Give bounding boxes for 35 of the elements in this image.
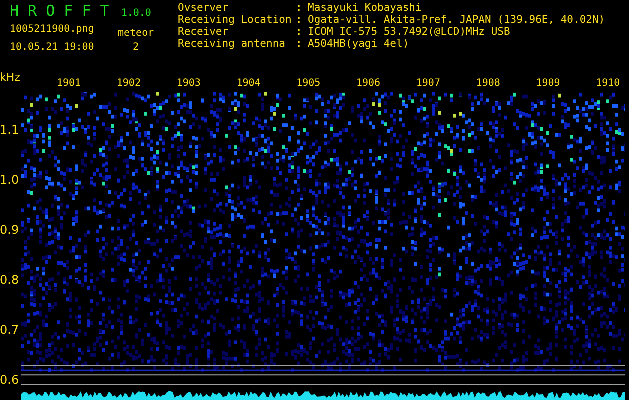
datetime-label: 10.05.21 19:00 (10, 41, 96, 55)
field-label: Ovserver (178, 2, 230, 14)
axis-tick-label: 1.1 (0, 123, 20, 137)
field-value: Masayuki Kobayashi (308, 2, 422, 14)
time-label: 1902 (116, 78, 142, 90)
time-label: 1906 (356, 78, 382, 90)
field-value: Ogata-vill. Akita-Pref. JAPAN (139.96E, 40.02N) (308, 14, 606, 26)
time-label: 1909 (535, 78, 562, 90)
time-label: 1904 (236, 78, 262, 90)
time-label: 1907 (415, 78, 442, 90)
colon-separator: : (296, 2, 304, 14)
field-label: Receiving Location (178, 14, 293, 26)
axis-tick-label: 0.8 (0, 273, 20, 287)
unit-label: kHz (0, 72, 20, 84)
axis-tick-label: 1.0 (0, 173, 20, 187)
field-value: A504HB(yagi 4el) (308, 38, 410, 50)
filename-label: 1005211900.png (10, 23, 96, 37)
meteor-label: meteor (118, 27, 154, 40)
colon-separator: : (296, 26, 304, 38)
version-label: 1.0.0 (121, 7, 152, 21)
time-label: 1901 (56, 78, 82, 90)
colon-separator: : (296, 14, 304, 26)
field-value: ICOM IC-575 53.7492(@LCD)MHz USB (308, 26, 510, 38)
time-label: 1910 (595, 78, 622, 90)
time-label: 1905 (296, 78, 322, 90)
axis-tick-label: 0.6 (0, 373, 20, 387)
app-title: H R O F F T (10, 2, 110, 20)
colon-separator: : (296, 38, 304, 50)
axis-tick-label: 0.9 (0, 223, 20, 237)
time-label: 1908 (475, 78, 502, 90)
meteor-count: 2 (133, 41, 140, 55)
field-label: Receiving antenna (178, 38, 286, 50)
field-label: Receiver (178, 26, 230, 38)
time-label: 1903 (176, 78, 202, 90)
axis-tick-label: 0.7 (0, 323, 20, 337)
